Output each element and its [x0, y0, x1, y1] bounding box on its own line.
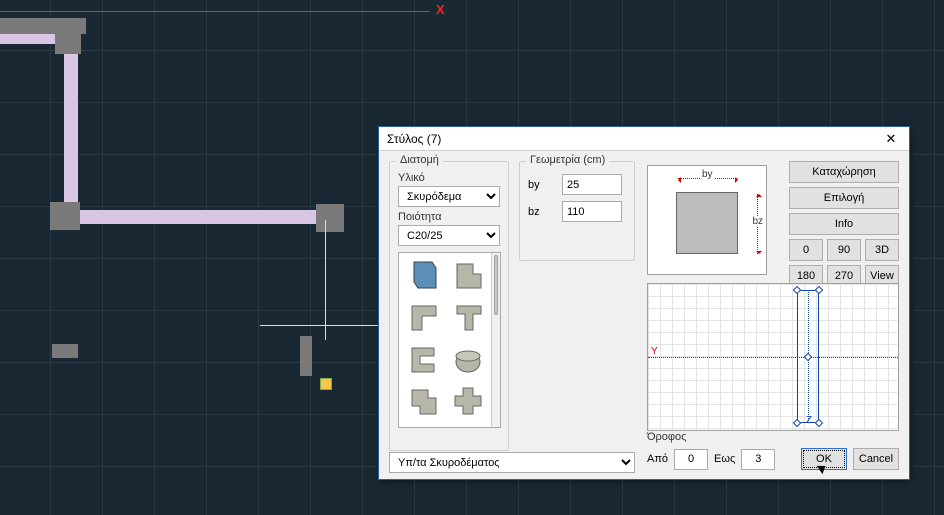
shape-c-icon[interactable]: [401, 339, 444, 379]
by-input[interactable]: [562, 174, 622, 195]
material-label: Υλικό: [398, 172, 500, 184]
material-select[interactable]: Σκυρόδεμα: [398, 186, 500, 207]
plan-z-label: Z: [806, 415, 812, 426]
beam-segment: [300, 336, 312, 376]
plan-preview[interactable]: Y Z: [647, 283, 899, 431]
floor-range-row: Όροφος Από Εως OK Cancel: [647, 435, 899, 473]
floor-to-input[interactable]: [741, 449, 775, 470]
dimension-bz-label: bz: [751, 216, 764, 227]
dimension-by-label: by: [700, 169, 715, 180]
section-group-label: Διατομή: [396, 154, 443, 166]
section-preview: by bz: [647, 165, 767, 275]
select-button[interactable]: Επιλογή: [789, 187, 899, 209]
beam-segment: [52, 344, 78, 358]
crosshair-vertical: [325, 220, 326, 340]
floor-from-input[interactable]: [674, 449, 708, 470]
close-icon[interactable]: ✕: [881, 127, 901, 151]
view-3d-button[interactable]: 3D: [865, 239, 899, 261]
column-node: [50, 202, 80, 230]
shape-cross-icon[interactable]: [446, 381, 489, 421]
geometry-group: Γεωμετρία (cm) by bz: [519, 161, 635, 261]
grip-handle[interactable]: [815, 419, 823, 427]
crosshair-horizontal: [260, 325, 390, 326]
subtype-select[interactable]: Υπ/τα Σκυροδέματος: [389, 452, 635, 473]
shape-rect-icon[interactable]: [401, 255, 444, 295]
column-node: [316, 204, 344, 232]
section-shape: [676, 192, 738, 254]
floor-group-label: Όροφος: [647, 431, 686, 443]
dialog-title-text: Στύλος (7): [387, 127, 441, 151]
info-button[interactable]: Info: [789, 213, 899, 235]
cancel-button[interactable]: Cancel: [853, 448, 899, 470]
dialog-titlebar[interactable]: Στύλος (7) ✕: [379, 127, 909, 151]
column-node: [55, 28, 81, 54]
wall-segment: [80, 210, 316, 224]
geometry-group-label: Γεωμετρία (cm): [526, 154, 609, 166]
x-axis-label: X: [436, 2, 445, 17]
column-properties-dialog: Στύλος (7) ✕ Διατομή Υλικό Σκυρόδεμα Ποι…: [378, 126, 910, 480]
actions-column: Καταχώρηση Επιλογή Info 0 90 3D 180 270 …: [789, 161, 899, 287]
by-label: by: [528, 179, 554, 191]
wall-segment: [0, 34, 55, 44]
register-button[interactable]: Καταχώρηση: [789, 161, 899, 183]
scrollbar-thumb[interactable]: [494, 255, 498, 315]
wall-segment: [64, 54, 78, 206]
shape-circle-icon[interactable]: [446, 339, 489, 379]
plan-y-label: Y: [651, 346, 658, 357]
x-axis-line: [0, 11, 430, 12]
plan-y-axis: [648, 357, 898, 358]
shape-gamma-icon[interactable]: [401, 297, 444, 337]
selection-pickbox: [320, 378, 332, 390]
quality-select[interactable]: C20/25: [398, 225, 500, 246]
rotate-0-button[interactable]: 0: [789, 239, 823, 261]
rotate-90-button[interactable]: 90: [827, 239, 861, 261]
bz-input[interactable]: [562, 201, 622, 222]
shape-z-icon[interactable]: [401, 381, 444, 421]
palette-scrollbar[interactable]: [491, 253, 500, 427]
shape-l-icon[interactable]: [446, 255, 489, 295]
floor-from-label: Από: [647, 453, 668, 465]
quality-label: Ποιότητα: [398, 211, 500, 223]
bz-label: bz: [528, 206, 554, 218]
floor-to-label: Εως: [714, 453, 735, 465]
shape-t-icon[interactable]: [446, 297, 489, 337]
section-group: Διατομή Υλικό Σκυρόδεμα Ποιότητα C20/25: [389, 161, 509, 451]
shape-palette: [398, 252, 501, 428]
